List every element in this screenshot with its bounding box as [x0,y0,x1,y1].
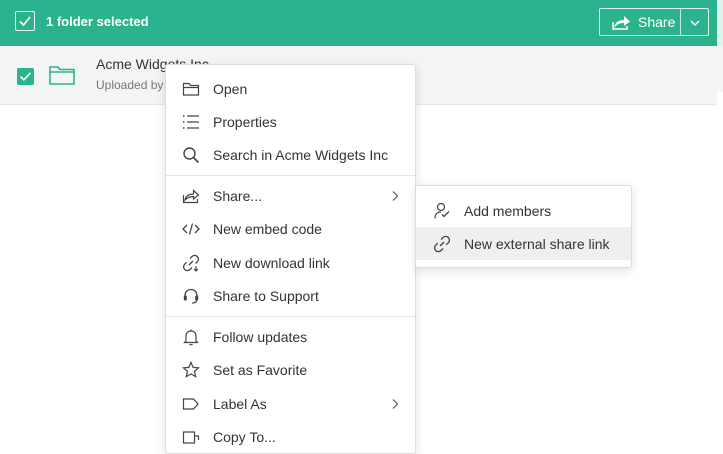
context-menu: Open Properties Search in Acme Widgets I… [165,64,416,454]
file-uploader: Uploaded by [96,78,164,92]
menu-item-label: Open [213,81,248,97]
add-member-icon [433,202,451,220]
menu-item-share-support[interactable]: Share to Support [166,279,415,312]
menu-item-label: Label As [213,396,267,412]
menu-item-favorite[interactable]: Set as Favorite [166,353,415,386]
toolbar-edge [717,0,723,46]
selection-count-label: 1 folder selected [46,14,149,29]
share-submenu: Add members New external share link [415,185,632,268]
folder-open-icon [182,80,200,98]
chevron-right-icon [390,397,400,415]
menu-item-label: Share... [213,188,263,204]
share-button[interactable]: Share [599,8,709,36]
copy-icon [182,428,200,446]
search-icon [182,146,200,164]
menu-item-search[interactable]: Search in Acme Widgets Inc [166,138,415,171]
menu-item-label: Properties [213,114,277,130]
share-icon [611,14,631,34]
bell-icon [182,328,200,346]
headset-icon [182,287,200,305]
code-icon [182,220,200,238]
link-icon [433,235,451,253]
check-icon [19,16,31,27]
menu-item-label: Follow updates [213,329,308,345]
submenu-item-label: New external share link [464,236,610,252]
folder-icon [49,65,75,90]
menu-divider [166,175,415,176]
menu-item-open[interactable]: Open [166,72,415,105]
row-edge [717,92,723,150]
list-icon [182,113,200,131]
menu-item-label: Set as Favorite [213,362,308,378]
menu-item-copy-to[interactable]: Copy To... [166,420,415,453]
chevron-right-icon [390,189,400,207]
share-button-divider [680,9,681,35]
menu-item-label-as[interactable]: Label As [166,387,415,420]
menu-item-label: New embed code [213,221,322,237]
share-icon [182,187,200,205]
menu-item-label: Search in Acme Widgets Inc [213,147,389,163]
menu-item-share[interactable]: Share... [166,179,415,212]
download-link-icon [182,254,200,272]
label-icon [182,395,200,413]
menu-item-follow-updates[interactable]: Follow updates [166,320,415,353]
submenu-item-external-link[interactable]: New external share link [416,227,631,260]
menu-item-label: New download link [213,255,330,271]
menu-item-embed-code[interactable]: New embed code [166,212,415,245]
menu-item-label: Share to Support [213,288,319,304]
share-button-label: Share [638,14,676,30]
chevron-down-icon[interactable] [689,16,701,32]
submenu-item-label: Add members [464,203,552,219]
menu-divider [166,316,415,317]
check-icon [19,72,32,81]
star-icon [182,361,200,379]
menu-item-download-link[interactable]: New download link [166,246,415,279]
menu-item-label: Copy To... [213,429,276,445]
row-checkbox[interactable] [17,68,34,85]
menu-item-properties[interactable]: Properties [166,105,415,138]
select-all-checkbox[interactable] [15,11,35,31]
submenu-item-add-members[interactable]: Add members [416,194,631,227]
selection-toolbar: 1 folder selected Share [0,0,723,46]
